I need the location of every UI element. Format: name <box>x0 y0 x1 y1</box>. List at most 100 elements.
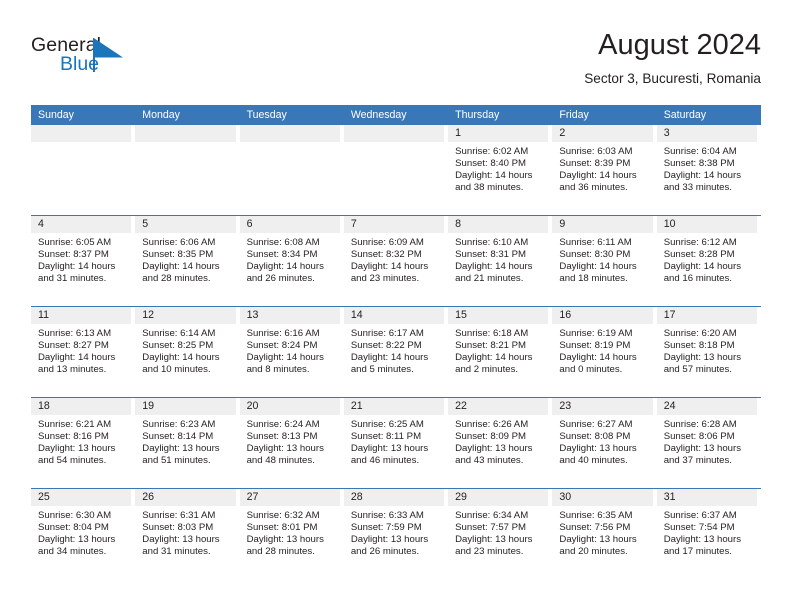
calendar-day-cell[interactable]: 17 Sunrise: 6:20 AM Sunset: 8:18 PM Dayligh… <box>656 307 761 397</box>
calendar-day-cell[interactable]: 13 Sunrise: 6:16 AM Sunset: 8:24 PM Dayligh… <box>239 307 344 397</box>
day-number-strip: 4 <box>31 216 132 233</box>
calendar-day-cell[interactable]: 5 Sunrise: 6:06 AM Sunset: 8:35 PM Daylight… <box>135 216 239 306</box>
day-number: 25 <box>38 491 50 503</box>
calendar-day-cell[interactable]: 8 Sunrise: 6:10 AM Sunset: 8:31 PM Daylight… <box>448 216 552 306</box>
calendar-day-cell[interactable]: 3 Sunrise: 6:04 AM Sunset: 8:38 PM Daylight… <box>656 125 761 215</box>
calendar-day-cell[interactable]: 12 Sunrise: 6:14 AM Sunset: 8:25 PM Dayligh… <box>135 307 239 397</box>
sunrise-text: Sunrise: 6:34 AM <box>455 510 529 521</box>
day-number: 16 <box>559 309 572 321</box>
day-number: 27 <box>246 491 259 503</box>
daylight-text-line2: and 26 minutes. <box>350 546 420 558</box>
day-number-strip: 25 <box>31 489 132 506</box>
day-details: Sunrise: 6:14 AM Sunset: 8:25 PM Daylight:… <box>135 324 239 376</box>
sunset-text: Sunset: 8:35 PM <box>142 249 214 261</box>
day-number-strip: 22 <box>448 398 549 415</box>
calendar-day-cell[interactable]: 29 Sunrise: 6:34 AM Sunset: 7:57 PM Dayligh… <box>448 489 552 579</box>
sunset-text: Sunset: 8:39 PM <box>559 158 631 170</box>
day-number: 14 <box>350 309 363 321</box>
daylight-text-line1: Daylight: 13 hours <box>38 534 116 546</box>
page-title: August 2024 <box>598 29 761 61</box>
weekday-header-thursday: Thursday <box>455 109 500 121</box>
calendar-day-cell[interactable]: 28 Sunrise: 6:33 AM Sunset: 7:59 PM Dayligh… <box>343 489 448 579</box>
day-number-strip: 27 <box>239 489 340 506</box>
calendar-day-cell[interactable]: 16 Sunrise: 6:19 AM Sunset: 8:19 PM Dayligh… <box>552 307 656 397</box>
day-number-strip: 21 <box>343 398 445 415</box>
sunset-text: Sunset: 8:06 PM <box>663 431 735 443</box>
day-details: Sunrise: 6:09 AM Sunset: 8:32 PM Daylight:… <box>344 233 448 285</box>
day-number-strip: 13 <box>239 307 340 324</box>
calendar-day-cell[interactable]: 22 Sunrise: 6:26 AM Sunset: 8:09 PM Dayligh… <box>448 398 552 488</box>
sunrise-text: Sunrise: 6:02 AM <box>455 146 529 157</box>
calendar-day-cell[interactable]: 31 Sunrise: 6:37 AM Sunset: 7:54 PM Dayligh… <box>656 489 761 579</box>
day-number: 15 <box>455 309 467 321</box>
sunset-text: Sunset: 8:38 PM <box>663 158 735 170</box>
calendar-day-cell[interactable]: 20 Sunrise: 6:24 AM Sunset: 8:13 PM Dayligh… <box>239 398 344 488</box>
sunset-text: Sunset: 8:30 PM <box>559 249 631 261</box>
calendar-day-cell[interactable]: 18 Sunrise: 6:21 AM Sunset: 8:16 PM Dayligh… <box>31 398 135 488</box>
calendar-day-cell[interactable]: 7 Sunrise: 6:09 AM Sunset: 8:32 PM Daylight… <box>343 216 448 306</box>
sunrise-text: Sunrise: 6:37 AM <box>663 510 737 521</box>
day-number: 11 <box>38 309 49 321</box>
calendar-day-cell[interactable]: 11 Sunrise: 6:13 AM Sunset: 8:27 PM Dayligh… <box>31 307 135 397</box>
calendar-day-cell[interactable]: 24 Sunrise: 6:28 AM Sunset: 8:06 PM Dayligh… <box>656 398 761 488</box>
sunset-text: Sunset: 8:14 PM <box>142 431 214 443</box>
day-number: 20 <box>246 400 259 412</box>
day-number-strip: 1 <box>448 125 549 142</box>
daylight-text-line1: Daylight: 13 hours <box>455 443 533 455</box>
calendar-day-cell[interactable]: 21 Sunrise: 6:25 AM Sunset: 8:11 PM Dayligh… <box>343 398 448 488</box>
calendar-week-row: 1 Sunrise: 6:02 AM Sunset: 8:40 PM Daylight… <box>31 125 761 215</box>
sunset-text: Sunset: 8:32 PM <box>350 249 422 261</box>
calendar-day-cell[interactable]: 25 Sunrise: 6:30 AM Sunset: 8:04 PM Dayligh… <box>31 489 135 579</box>
day-details: Sunrise: 6:11 AM Sunset: 8:30 PM Daylight:… <box>552 233 656 285</box>
day-number: 2 <box>559 127 566 139</box>
calendar-day-cell[interactable]: 1 Sunrise: 6:02 AM Sunset: 8:40 PM Daylight… <box>448 125 552 215</box>
calendar-day-cell[interactable]: 23 Sunrise: 6:27 AM Sunset: 8:08 PM Dayligh… <box>552 398 656 488</box>
daylight-text-line1: Daylight: 13 hours <box>142 443 220 455</box>
day-number-strip: 15 <box>448 307 549 324</box>
day-details: Sunrise: 6:05 AM Sunset: 8:37 PM Daylight:… <box>31 233 135 285</box>
sunrise-text: Sunrise: 6:04 AM <box>663 146 737 157</box>
calendar-day-cell[interactable]: 2 Sunrise: 6:03 AM Sunset: 8:39 PM Daylight… <box>552 125 656 215</box>
sunset-text: Sunset: 7:59 PM <box>350 522 422 534</box>
calendar-day-cell[interactable]: 14 Sunrise: 6:17 AM Sunset: 8:22 PM Dayligh… <box>343 307 448 397</box>
sunset-text: Sunset: 8:08 PM <box>559 431 631 443</box>
day-number-strip <box>239 125 340 142</box>
daylight-text-line1: Daylight: 13 hours <box>142 534 220 546</box>
sunrise-text: Sunrise: 6:27 AM <box>559 419 633 430</box>
day-number: 3 <box>663 127 670 139</box>
day-details: Sunrise: 6:18 AM Sunset: 8:21 PM Daylight:… <box>448 324 552 376</box>
daylight-text-line1: Daylight: 14 hours <box>350 352 429 364</box>
calendar-day-cell[interactable]: 26 Sunrise: 6:31 AM Sunset: 8:03 PM Dayligh… <box>135 489 239 579</box>
sunset-text: Sunset: 8:27 PM <box>38 340 109 352</box>
day-number: 30 <box>559 491 572 503</box>
daylight-text-line1: Daylight: 13 hours <box>663 534 742 546</box>
weekday-header-sunday: Sunday <box>38 109 74 121</box>
calendar-page: General Blue August 2024 Sector 3, Bucur… <box>0 0 792 612</box>
day-details: Sunrise: 6:31 AM Sunset: 8:03 PM Daylight:… <box>135 506 239 558</box>
daylight-text-line2: and 8 minutes. <box>246 364 310 376</box>
daylight-text-line1: Daylight: 14 hours <box>663 170 742 182</box>
day-number-strip: 10 <box>656 216 757 233</box>
calendar-day-cell[interactable]: 9 Sunrise: 6:11 AM Sunset: 8:30 PM Daylight… <box>552 216 656 306</box>
calendar-day-cell[interactable]: 15 Sunrise: 6:18 AM Sunset: 8:21 PM Dayligh… <box>448 307 552 397</box>
sunrise-text: Sunrise: 6:28 AM <box>663 419 737 430</box>
calendar-day-cell[interactable]: 6 Sunrise: 6:08 AM Sunset: 8:34 PM Daylight… <box>239 216 344 306</box>
daylight-text-line2: and 20 minutes. <box>559 546 628 558</box>
calendar-day-cell[interactable]: 10 Sunrise: 6:12 AM Sunset: 8:28 PM Dayligh… <box>656 216 761 306</box>
calendar-day-cell[interactable]: 19 Sunrise: 6:23 AM Sunset: 8:14 PM Dayligh… <box>135 398 239 488</box>
day-number: 23 <box>559 400 572 412</box>
daylight-text-line2: and 36 minutes. <box>559 182 628 194</box>
day-number-strip <box>135 125 236 142</box>
calendar-day-cell[interactable]: 4 Sunrise: 6:05 AM Sunset: 8:37 PM Daylight… <box>31 216 135 306</box>
day-details: Sunrise: 6:35 AM Sunset: 7:56 PM Daylight:… <box>552 506 656 558</box>
day-number: 31 <box>663 491 676 503</box>
calendar-day-cell[interactable]: 27 Sunrise: 6:32 AM Sunset: 8:01 PM Dayligh… <box>239 489 344 579</box>
calendar-day-cell[interactable]: 30 Sunrise: 6:35 AM Sunset: 7:56 PM Dayligh… <box>552 489 656 579</box>
general-blue-logo[interactable]: General Blue <box>31 34 151 84</box>
weekday-header-monday: Monday <box>142 109 180 121</box>
day-number: 1 <box>455 127 462 139</box>
daylight-text-line1: Daylight: 14 hours <box>142 352 220 364</box>
day-number: 24 <box>663 400 676 412</box>
day-number-strip: 3 <box>656 125 757 142</box>
day-number: 12 <box>142 309 155 321</box>
